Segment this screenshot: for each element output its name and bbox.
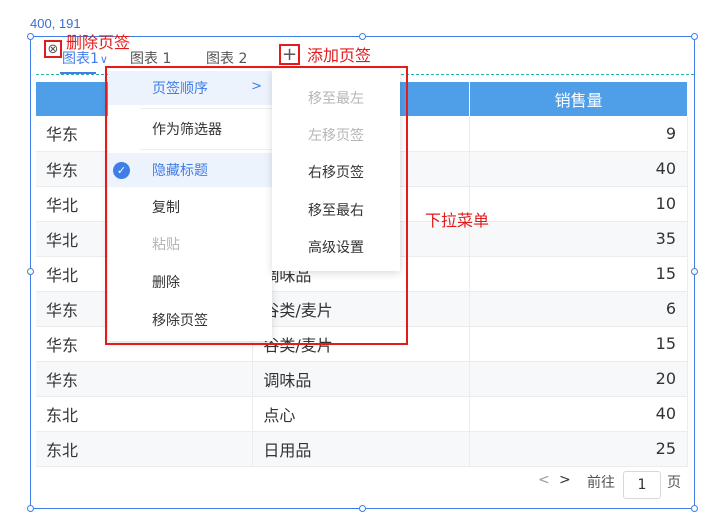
tab-chart-2[interactable]: 图表 2 xyxy=(206,48,247,68)
tab-chart-1[interactable]: 图表 1 xyxy=(130,48,171,68)
resize-handle-bottom-left[interactable] xyxy=(27,505,34,512)
table-cell: 9 xyxy=(469,116,688,152)
table-cell: 点心 xyxy=(252,396,471,432)
column-header-sales[interactable]: 销售量 xyxy=(469,82,688,116)
table-cell: 6 xyxy=(469,291,688,327)
add-tab-button[interactable]: + xyxy=(279,44,300,65)
table-cell: 15 xyxy=(469,326,688,362)
annotation-dropdown-box xyxy=(105,66,408,345)
pager-page-suffix: 页 xyxy=(667,475,681,491)
chevron-left-icon: < xyxy=(538,472,550,488)
table-cell: 调味品 xyxy=(252,361,471,397)
chevron-down-icon[interactable]: ∨ xyxy=(100,53,108,66)
tab-chart-1-active[interactable]: 图表1∨ xyxy=(62,48,108,68)
annotation-dropdown-menu: 下拉菜单 xyxy=(425,211,490,230)
resize-handle-bottom-right[interactable] xyxy=(691,505,698,512)
resize-handle-top-left[interactable] xyxy=(27,33,34,40)
table-row: 东北 点心 40 xyxy=(36,396,688,432)
table-cell: 东北 xyxy=(36,396,254,432)
resize-handle-right[interactable] xyxy=(691,268,698,275)
plus-icon: + xyxy=(281,43,298,65)
table-cell: 40 xyxy=(469,151,688,187)
table-cell: 40 xyxy=(469,396,688,432)
table-cell: 华东 xyxy=(36,361,254,397)
table-row: 东北 日用品 25 xyxy=(36,431,688,467)
tab-label: 图表1 xyxy=(62,51,99,67)
pager-next-button[interactable]: > xyxy=(559,472,571,488)
table-cell: 35 xyxy=(469,221,688,257)
table-cell: 25 xyxy=(469,431,688,467)
annotation-add-tab: 添加页签 xyxy=(307,46,372,65)
chevron-right-icon: > xyxy=(559,472,571,488)
table-cell: 日用品 xyxy=(252,431,471,467)
resize-handle-bottom[interactable] xyxy=(359,505,366,512)
pager-prev-button[interactable]: < xyxy=(538,472,550,488)
pager-page-input[interactable]: 1 xyxy=(623,471,661,499)
resize-handle-left[interactable] xyxy=(27,268,34,275)
table-cell: 15 xyxy=(469,256,688,292)
table-cell: 10 xyxy=(469,186,688,222)
close-tab-button[interactable]: ⊗ xyxy=(44,40,62,58)
table-cell: 20 xyxy=(469,361,688,397)
table-row: 华东 调味品 20 xyxy=(36,361,688,397)
table-cell: 东北 xyxy=(36,431,254,467)
close-circle-icon: ⊗ xyxy=(47,41,59,57)
pager-goto-label: 前往 xyxy=(587,475,615,491)
